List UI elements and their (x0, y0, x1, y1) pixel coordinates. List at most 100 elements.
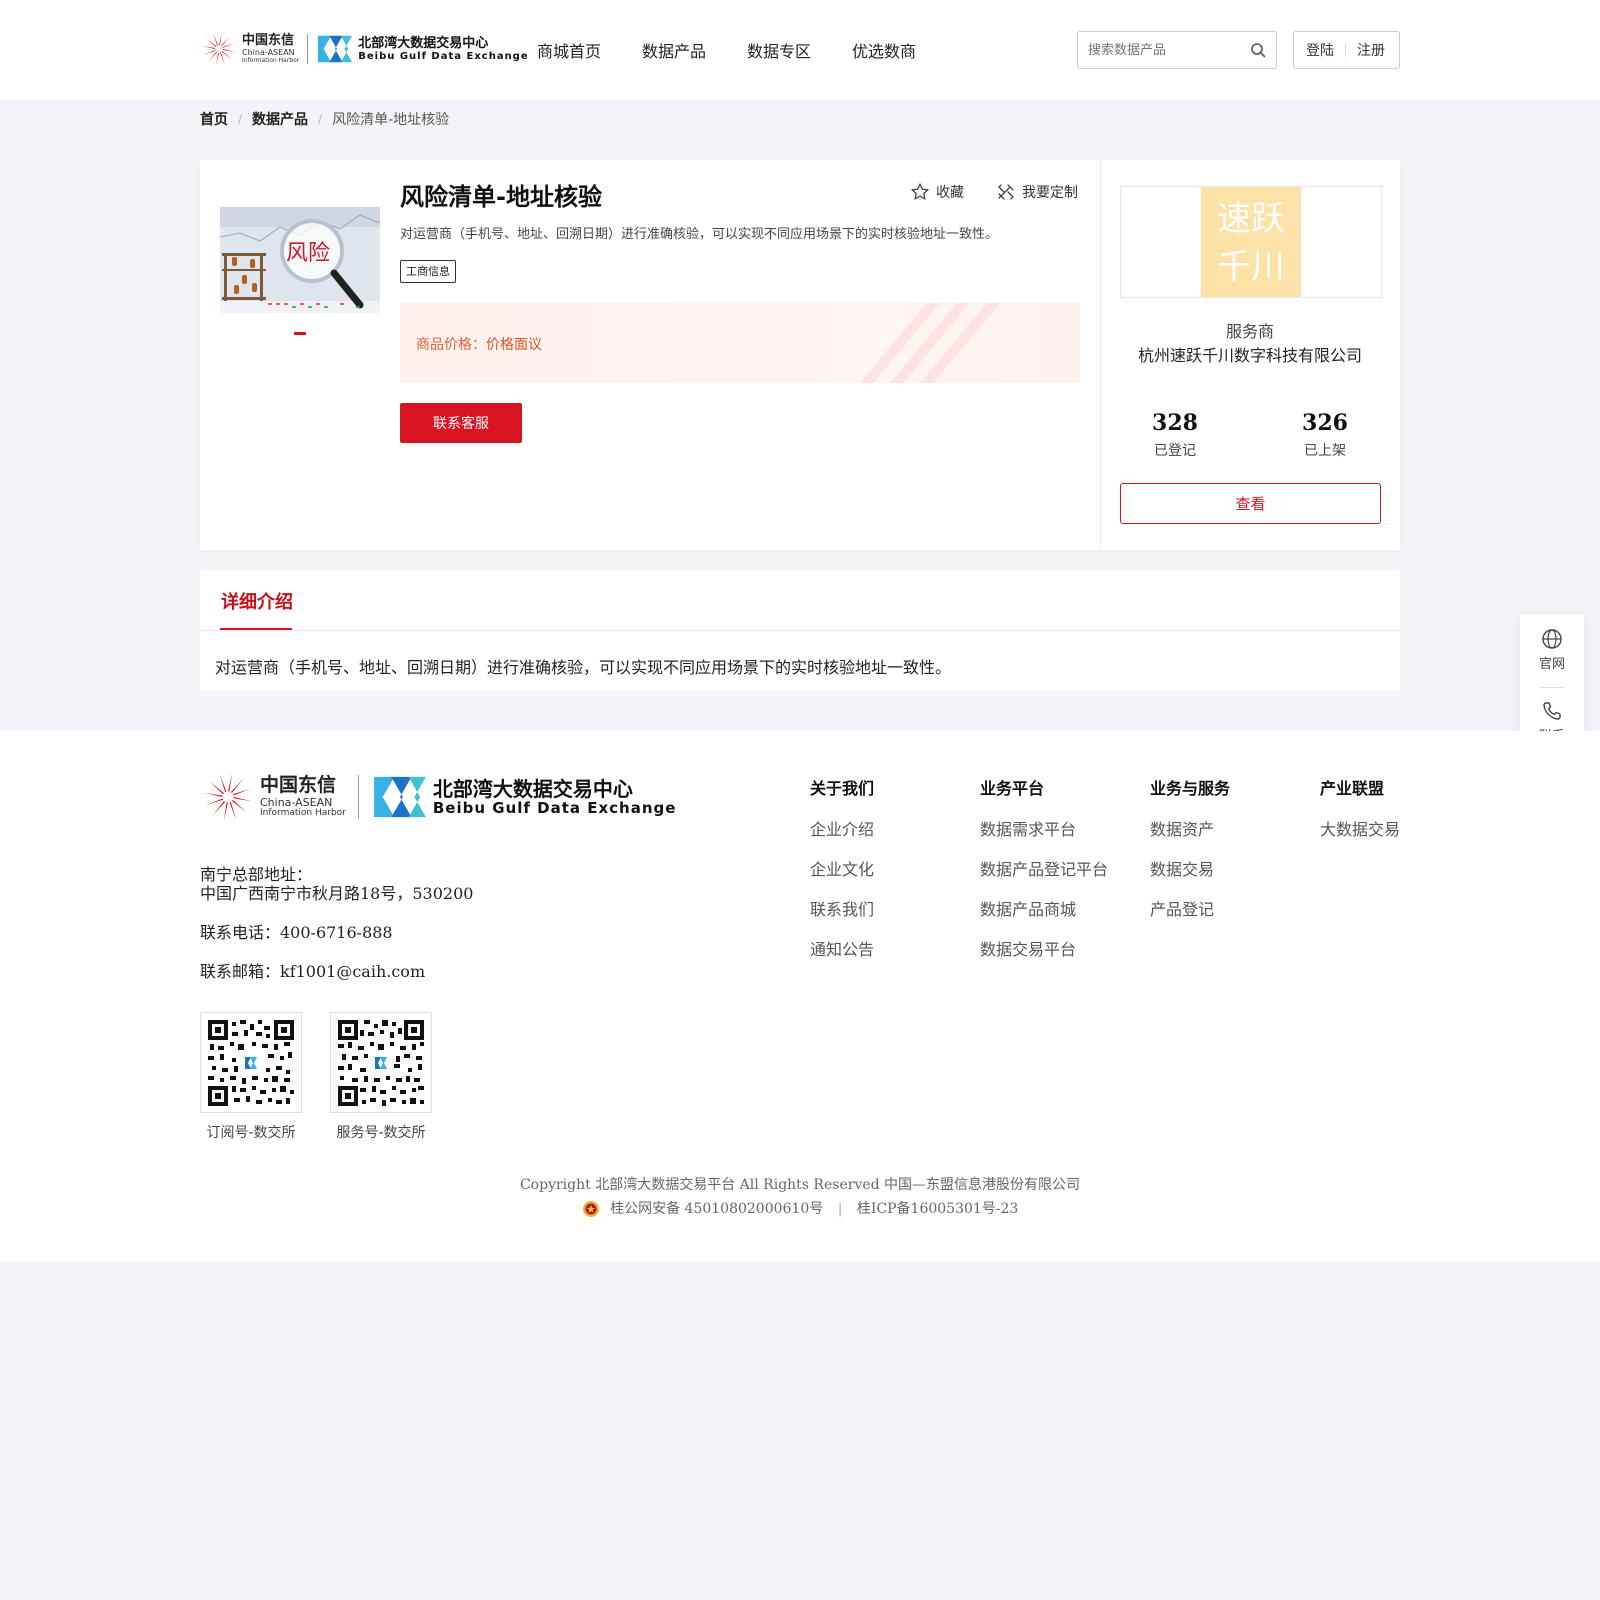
footer-email: 联系邮箱：kf1001@caih.com (200, 962, 426, 981)
price-value: 价格面议 (486, 337, 542, 353)
nav-item-preferred-vendors[interactable]: 优选数商 (852, 38, 916, 62)
footer-col-services: 业务与服务 数据资产 数据交易 产品登记 (1150, 775, 1230, 936)
footer-link[interactable]: 企业文化 (810, 856, 874, 880)
stat-registered: 328 已登记 (1100, 410, 1250, 460)
globe-icon (1542, 629, 1562, 649)
header: 中国东信 China-ASEAN Information Harbor 北部湾大… (0, 0, 1600, 100)
register-link[interactable]: 注册 (1357, 40, 1385, 60)
footer: 中国东信 China-ASEAN Information Harbor 北部湾大… (0, 731, 1600, 1262)
footer-col-about: 关于我们 企业介绍 企业文化 联系我们 通知公告 (810, 775, 874, 976)
breadcrumb-separator: / (318, 112, 323, 126)
product-tag: 工商信息 (400, 260, 456, 283)
search-input[interactable] (1078, 32, 1238, 68)
product-image[interactable]: 风险 (220, 207, 380, 313)
float-website[interactable]: 官网 (1520, 628, 1584, 672)
login-link[interactable]: 登陆 (1306, 40, 1334, 60)
police-badge-icon (582, 1201, 599, 1217)
china-asean-logo-icon (202, 32, 236, 66)
footer-link[interactable]: 大数据交易 (1320, 816, 1400, 840)
breadcrumb-separator: / (238, 112, 243, 126)
stat-listed-value: 326 (1302, 410, 1348, 436)
footer-link[interactable]: 企业介绍 (810, 816, 874, 840)
logo-divider (307, 34, 309, 64)
price-box: 商品价格：价格面议 (400, 303, 1080, 383)
footer-link[interactable]: 通知公告 (810, 936, 874, 960)
qr-code-icon (208, 1020, 294, 1106)
footer-link[interactable]: 联系我们 (810, 896, 874, 920)
provider-logo: 速跃 千川 (1201, 187, 1301, 297)
image-pager-dot[interactable] (294, 332, 306, 335)
phone-icon (1543, 702, 1561, 720)
footer-col-title: 业务与服务 (1150, 779, 1231, 798)
icp-record[interactable]: 桂ICP备16005301号-23 (857, 1201, 1018, 1217)
footer-logo-cn-en2: Information Harbor (260, 808, 346, 818)
product-card: 风险 风险清单-地址核验 收藏 我要定制 对运营商（手机号、地址、回溯日期）进行… (200, 160, 1400, 550)
provider-name: 杭州速跃千川数字科技有限公司 (1137, 346, 1362, 365)
record-separator: | (837, 1201, 843, 1217)
footer-link[interactable]: 数据交易平台 (980, 936, 1108, 960)
qr-code-service (330, 1012, 432, 1113)
customize-label: 我要定制 (1022, 185, 1078, 201)
footer-col-alliance: 产业联盟 大数据交易 (1320, 775, 1400, 856)
nav-item-data-zone[interactable]: 数据专区 (747, 38, 811, 62)
footer-logo-divider (357, 775, 359, 819)
detail-text: 对运营商（手机号、地址、回溯日期）进行准确核验，可以实现不同应用场景下的实时核验… (215, 658, 952, 677)
product-image-text: 风险 (286, 241, 331, 266)
footer-link[interactable]: 数据产品商城 (980, 896, 1108, 920)
contact-service-button[interactable]: 联系客服 (400, 403, 522, 443)
breadcrumb-home[interactable]: 首页 (200, 109, 228, 129)
breadcrumb-data-products[interactable]: 数据产品 (252, 109, 308, 129)
qr-code-subscription (200, 1012, 302, 1113)
beibu-gulf-logo-icon (318, 35, 353, 63)
footer-logo-bde-en: Beibu Gulf Data Exchange (432, 798, 677, 817)
footer-link[interactable]: 产品登记 (1150, 896, 1230, 920)
footer-logo-cn-en1: China-ASEAN (260, 796, 333, 809)
auth-divider (1345, 43, 1346, 57)
favorite-button[interactable]: 收藏 (910, 182, 964, 202)
provider-logo-box: 速跃 千川 (1120, 186, 1382, 298)
detail-section: 详细介绍 对运营商（手机号、地址、回溯日期）进行准确核验，可以实现不同应用场景下… (200, 570, 1400, 691)
provider-role: 服务商 (1225, 322, 1274, 341)
price-background-stripes (860, 303, 1000, 383)
footer-logo-bde-text: 北部湾大数据交易中心 Beibu Gulf Data Exchange (433, 779, 677, 816)
search-box (1077, 31, 1277, 69)
footer-col-title: 产业联盟 (1320, 779, 1385, 798)
tab-divider (200, 630, 1400, 631)
search-icon[interactable] (1250, 42, 1266, 58)
stat-registered-value: 328 (1152, 410, 1198, 436)
qr-code-icon (338, 1020, 424, 1106)
site-logo[interactable]: 中国东信 China-ASEAN Information Harbor 北部湾大… (200, 30, 529, 68)
footer-col-title: 关于我们 (810, 779, 875, 798)
float-divider (1540, 687, 1564, 688)
logo-bde-title: 北部湾大数据交易中心 (358, 35, 489, 51)
beibu-gulf-logo-icon (374, 776, 426, 818)
footer-link[interactable]: 数据产品登记平台 (980, 856, 1108, 880)
tab-detail[interactable]: 详细介绍 (221, 588, 293, 614)
star-icon (911, 183, 929, 200)
page: 中国东信 China-ASEAN Information Harbor 北部湾大… (0, 0, 1600, 1600)
logo-cn-title: 中国东信 (242, 33, 295, 48)
customize-button[interactable]: 我要定制 (996, 182, 1078, 202)
stat-registered-label: 已登记 (1154, 443, 1196, 459)
record-line: 桂公网安备 45010802000610号 | 桂ICP备16005301号-2… (0, 1198, 1600, 1218)
nav-item-data-products[interactable]: 数据产品 (642, 38, 706, 62)
breadcrumb-current: 风险清单-地址核验 (332, 112, 450, 128)
view-provider-button[interactable]: 查看 (1120, 483, 1381, 524)
main-nav: 商城首页 数据产品 数据专区 优选数商 (537, 38, 957, 62)
police-record[interactable]: 桂公网安备 45010802000610号 (610, 1201, 823, 1217)
footer-logo: 中国东信 China-ASEAN Information Harbor 北部湾大… (200, 769, 676, 825)
footer-col-title: 业务平台 (980, 779, 1045, 798)
qr-label-service: 服务号-数交所 (336, 1125, 426, 1141)
stat-listed-label: 已上架 (1304, 443, 1346, 459)
logo-cn-text: 中国东信 China-ASEAN Information Harbor (242, 34, 299, 64)
footer-logo-bde-title: 北部湾大数据交易中心 (432, 776, 633, 801)
footer-col-platform: 业务平台 数据需求平台 数据产品登记平台 数据产品商城 数据交易平台 (980, 775, 1108, 976)
favorite-label: 收藏 (936, 185, 964, 201)
footer-link[interactable]: 数据需求平台 (980, 816, 1108, 840)
footer-link[interactable]: 数据交易 (1150, 856, 1230, 880)
logo-cn-en1: China-ASEAN (242, 48, 295, 57)
nav-item-home[interactable]: 商城首页 (537, 38, 601, 62)
footer-phone: 联系电话：400-6716-888 (200, 923, 393, 942)
footer-link[interactable]: 数据资产 (1150, 816, 1230, 840)
provider-logo-line1: 速跃 (1217, 199, 1285, 239)
